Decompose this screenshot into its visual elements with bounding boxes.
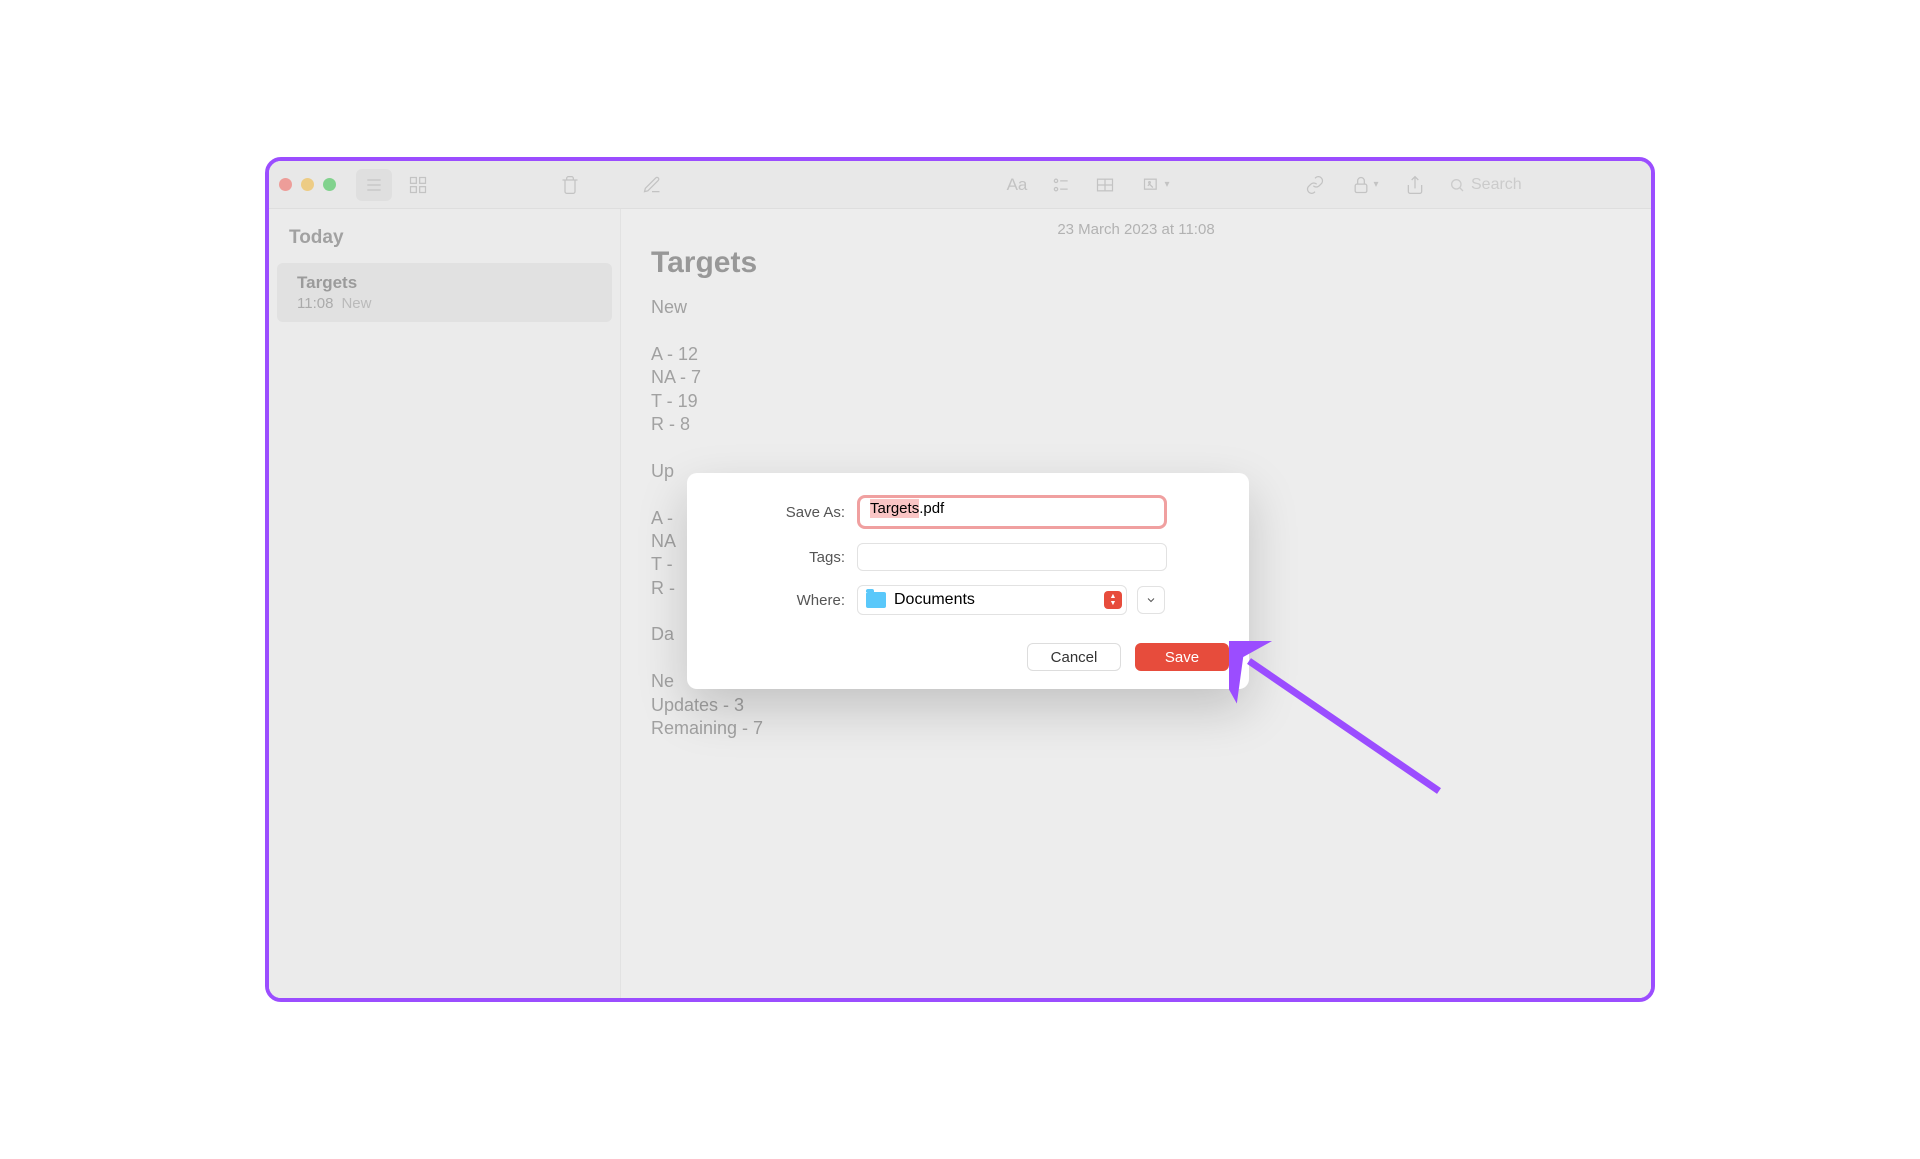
media-button[interactable]: ▾	[1131, 169, 1181, 201]
expand-button[interactable]	[1137, 586, 1165, 614]
note-list-item[interactable]: Targets 11:08New	[277, 263, 612, 322]
save-as-input[interactable]: Targets.pdf	[862, 500, 1162, 524]
delete-button[interactable]	[552, 169, 588, 201]
share-button[interactable]	[1397, 169, 1433, 201]
fullscreen-window-button[interactable]	[323, 178, 336, 191]
search-icon	[1449, 177, 1465, 193]
save-dialog: Save As: Targets.pdf Tags: Where: Docume…	[687, 473, 1249, 689]
save-as-label: Save As:	[707, 504, 857, 521]
traffic-lights	[279, 178, 336, 191]
toolbar: Aa ▾ ▾ Search	[269, 161, 1651, 209]
list-view-button[interactable]	[356, 169, 392, 201]
lock-button[interactable]: ▾	[1341, 169, 1389, 201]
app-window: Aa ▾ ▾ Search Today	[265, 157, 1655, 1002]
where-select[interactable]: Documents ▲▼	[857, 585, 1127, 615]
note-title: Targets	[651, 246, 1621, 280]
sidebar-heading: Today	[277, 221, 612, 255]
tags-field[interactable]	[857, 543, 1167, 571]
where-label: Where:	[707, 592, 857, 609]
link-button[interactable]	[1297, 169, 1333, 201]
sidebar: Today Targets 11:08New	[269, 209, 621, 998]
updown-icon: ▲▼	[1104, 591, 1122, 609]
format-button[interactable]: Aa	[999, 169, 1035, 201]
search-input[interactable]: Search	[1441, 172, 1641, 198]
note-date: 23 March 2023 at 11:08	[651, 221, 1621, 238]
save-button[interactable]: Save	[1135, 643, 1229, 671]
note-list-title: Targets	[297, 273, 592, 293]
folder-icon	[866, 592, 886, 608]
minimize-window-button[interactable]	[301, 178, 314, 191]
close-window-button[interactable]	[279, 178, 292, 191]
chevron-down-icon	[1145, 594, 1157, 606]
checklist-button[interactable]	[1043, 169, 1079, 201]
grid-view-button[interactable]	[400, 169, 436, 201]
compose-button[interactable]	[634, 169, 670, 201]
tags-label: Tags:	[707, 549, 857, 566]
where-value: Documents	[894, 591, 1096, 609]
table-button[interactable]	[1087, 169, 1123, 201]
search-placeholder: Search	[1471, 176, 1522, 194]
note-list-sub: 11:08New	[297, 295, 592, 312]
save-as-field[interactable]: Targets.pdf	[857, 495, 1167, 529]
cancel-button[interactable]: Cancel	[1027, 643, 1121, 671]
